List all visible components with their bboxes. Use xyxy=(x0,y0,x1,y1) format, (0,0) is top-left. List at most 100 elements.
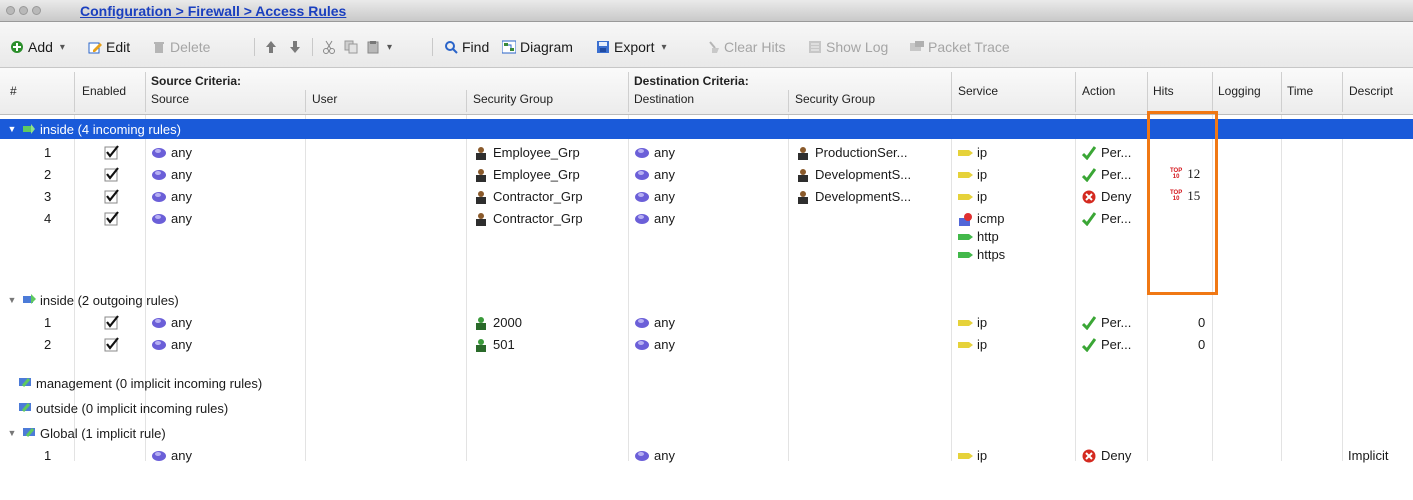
col-src-security-group[interactable]: Security Group xyxy=(473,92,553,106)
col-num[interactable]: # xyxy=(10,84,17,98)
minimize-window-button[interactable] xyxy=(19,6,28,15)
find-button[interactable]: Find xyxy=(444,38,489,56)
src-security-group-cell: Employee_Grp xyxy=(474,167,580,182)
col-dst-security-group[interactable]: Security Group xyxy=(795,92,875,106)
col-service[interactable]: Service xyxy=(958,84,998,98)
column-divider xyxy=(951,72,952,112)
network-object-icon xyxy=(635,190,649,204)
add-dropdown-icon[interactable]: ▾ xyxy=(60,42,65,53)
col-enabled[interactable]: Enabled xyxy=(82,84,126,98)
ip-service-icon xyxy=(958,338,973,352)
column-divider xyxy=(1281,72,1282,112)
permit-check-icon xyxy=(1081,315,1097,330)
clear-hits-button[interactable]: Clear Hits xyxy=(706,38,785,56)
table-row[interactable]: 4 any Contractor_Grp any icmp http https… xyxy=(0,207,1413,269)
table-row[interactable]: 2 any Employee_Grp any DevelopmentS... i… xyxy=(0,163,1413,185)
arrow-up-icon xyxy=(264,40,278,54)
col-user[interactable]: User xyxy=(312,92,337,106)
delete-button[interactable]: Delete xyxy=(152,38,210,56)
export-button[interactable]: Export ▾ xyxy=(596,38,667,56)
breadcrumb[interactable]: Configuration > Firewall > Access Rules xyxy=(80,3,346,19)
table-row[interactable]: 1 any 2000 any ip Per... 0 xyxy=(0,311,1413,333)
user-icon xyxy=(796,190,810,204)
enabled-checkbox[interactable] xyxy=(104,315,119,330)
group-row-management[interactable]: management (0 implicit incoming rules) xyxy=(0,373,1413,393)
table-header: # Enabled Source Criteria: Source User S… xyxy=(0,68,1413,115)
enabled-checkbox[interactable] xyxy=(104,189,119,204)
expand-triangle-icon[interactable]: ▼ xyxy=(6,295,18,305)
col-time[interactable]: Time xyxy=(1287,84,1313,98)
diagram-button[interactable]: Diagram xyxy=(501,38,573,56)
service-cell: ip xyxy=(958,448,987,463)
col-destination[interactable]: Destination xyxy=(634,92,694,106)
action-cell: Deny xyxy=(1082,448,1131,463)
src-security-group-cell: Contractor_Grp xyxy=(474,189,583,204)
table-row[interactable]: 3 any Contractor_Grp any DevelopmentS...… xyxy=(0,185,1413,207)
destination-criteria-label: Destination Criteria: xyxy=(634,74,749,88)
col-action[interactable]: Action xyxy=(1082,84,1115,98)
table-row[interactable]: 1 any any ip Deny Implicit xyxy=(0,444,1413,466)
window-controls[interactable] xyxy=(6,6,41,15)
source-cell: any xyxy=(152,145,192,160)
service-cell: ip xyxy=(958,315,987,330)
group-row-inside-incoming[interactable]: ▼ inside (4 incoming rules) xyxy=(0,119,1413,139)
group-row-global[interactable]: ▼ Global (1 implicit rule) xyxy=(0,423,1413,443)
close-window-button[interactable] xyxy=(6,6,15,15)
toolbar: Add ▾ Edit Delete ▾ Find Diagram Export ▾ … xyxy=(0,22,1413,68)
table-row[interactable]: 2 any 501 any ip Per... 0 xyxy=(0,333,1413,355)
source-cell: any xyxy=(152,189,192,204)
packet-trace-icon xyxy=(910,40,924,54)
column-divider xyxy=(1147,72,1148,112)
ip-service-icon xyxy=(958,168,973,182)
user-icon xyxy=(474,190,488,204)
expand-triangle-icon[interactable]: ▼ xyxy=(6,124,18,134)
interface-outside-icon xyxy=(18,401,32,415)
col-description[interactable]: Descript xyxy=(1349,84,1393,98)
source-cell: any xyxy=(152,167,192,182)
add-button[interactable]: Add ▾ xyxy=(10,38,65,56)
packet-trace-button[interactable]: Packet Trace xyxy=(910,38,1010,56)
edit-button[interactable]: Edit xyxy=(88,38,130,56)
source-cell: any xyxy=(152,315,192,330)
destination-cell: any xyxy=(635,337,675,352)
copy-icon xyxy=(344,40,358,54)
table-row[interactable]: 1 any Employee_Grp any ProductionSer... … xyxy=(0,141,1413,163)
network-object-icon xyxy=(152,168,166,182)
col-logging[interactable]: Logging xyxy=(1218,84,1261,98)
paste-button[interactable]: ▾ xyxy=(366,38,392,56)
trash-icon xyxy=(152,40,166,54)
column-divider xyxy=(305,90,306,112)
export-dropdown-icon[interactable]: ▾ xyxy=(661,42,666,53)
group-row-inside-outgoing[interactable]: ▼ inside (2 outgoing rules) xyxy=(0,290,1413,310)
col-hits[interactable]: Hits xyxy=(1153,84,1174,98)
copy-button[interactable] xyxy=(344,38,358,56)
rule-number: 1 xyxy=(44,145,52,160)
expand-triangle-icon[interactable]: ▼ xyxy=(6,428,18,438)
show-log-button[interactable]: Show Log xyxy=(808,38,888,56)
src-security-group-cell: Employee_Grp xyxy=(474,145,580,160)
broom-icon xyxy=(706,40,720,54)
paste-dropdown-icon[interactable]: ▾ xyxy=(387,42,392,53)
service-cell: ip xyxy=(958,167,987,182)
network-object-icon xyxy=(635,449,649,463)
enabled-checkbox[interactable] xyxy=(104,167,119,182)
service-cell-http: http xyxy=(958,229,999,244)
hits-cell: TOP 10 12 xyxy=(1170,166,1201,181)
enabled-checkbox[interactable] xyxy=(104,337,119,352)
group-row-outside[interactable]: outside (0 implicit incoming rules) xyxy=(0,398,1413,418)
enabled-checkbox[interactable] xyxy=(104,211,119,226)
column-divider xyxy=(628,72,629,112)
rule-number: 2 xyxy=(44,167,52,182)
permit-check-icon xyxy=(1081,167,1097,182)
zoom-window-button[interactable] xyxy=(32,6,41,15)
move-up-button[interactable] xyxy=(264,38,278,56)
move-down-button[interactable] xyxy=(288,38,302,56)
col-source[interactable]: Source xyxy=(151,92,189,106)
destination-cell: any xyxy=(635,315,675,330)
network-object-icon xyxy=(635,316,649,330)
rule-number: 3 xyxy=(44,189,52,204)
column-divider xyxy=(466,90,467,112)
cut-button[interactable] xyxy=(322,38,336,56)
enabled-checkbox[interactable] xyxy=(104,145,119,160)
column-divider xyxy=(1075,72,1076,112)
